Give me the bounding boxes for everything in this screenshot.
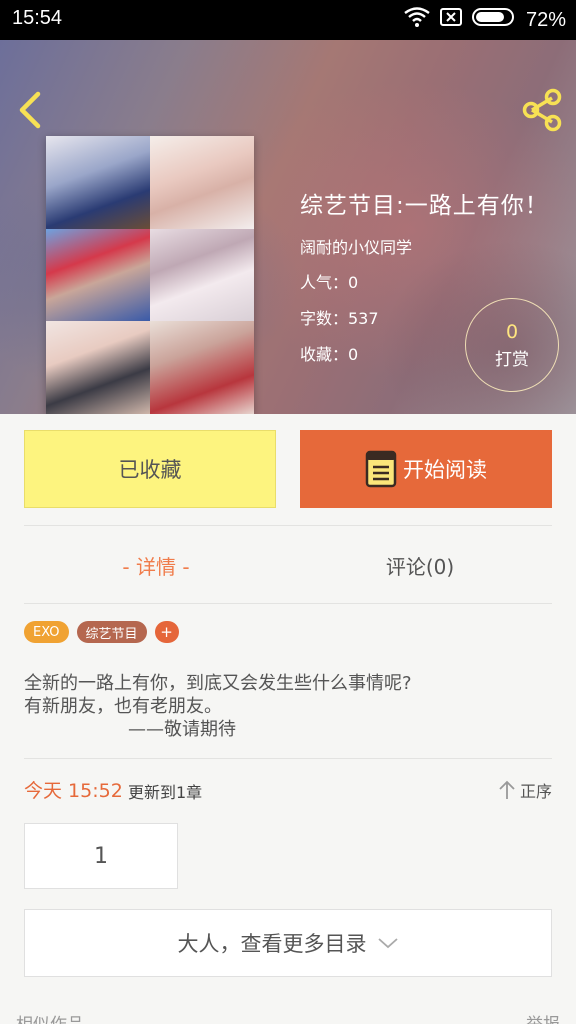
chapter-item[interactable]: 1 bbox=[24, 823, 178, 889]
no-sim-icon bbox=[439, 8, 462, 32]
battery-percent: 72% bbox=[525, 8, 566, 31]
cover-photo bbox=[46, 136, 150, 229]
start-reading-label: 开始阅读 bbox=[403, 458, 487, 482]
status-bar: 15:54 72% bbox=[0, 0, 576, 40]
status-time: 15:54 bbox=[12, 7, 63, 29]
footer-row: 相似作品 举报 bbox=[16, 1010, 560, 1024]
book-header: 综艺节目:一路上有你！ 阔耐的小仪同学 人气：0 字数：537 收藏：0 0 打… bbox=[0, 40, 576, 414]
sort-label: 正序 bbox=[519, 782, 552, 801]
chevron-down-icon bbox=[377, 938, 398, 949]
book-icon bbox=[365, 450, 397, 488]
tag-list: EXO 综艺节目 + bbox=[24, 621, 179, 643]
book-cover[interactable] bbox=[46, 136, 254, 414]
detail-tabs: - 详情 - 评论(0) bbox=[24, 526, 552, 604]
book-title: 综艺节目:一路上有你！ bbox=[300, 193, 549, 219]
popularity-stat: 人气：0 bbox=[300, 273, 359, 292]
tab-details[interactable]: - 详情 - bbox=[24, 526, 288, 604]
cover-photo bbox=[46, 321, 150, 414]
more-catalog-label: 大人，查看更多目录 bbox=[177, 932, 367, 956]
cover-photo bbox=[46, 228, 150, 322]
action-buttons: 已收藏 开始阅读 bbox=[24, 430, 552, 508]
tab-comments[interactable]: 评论(0) bbox=[288, 526, 552, 604]
tag-variety-show[interactable]: 综艺节目 bbox=[76, 621, 147, 643]
back-button[interactable] bbox=[12, 88, 52, 132]
description-line: 有新朋友，也有老朋友。 bbox=[24, 696, 222, 717]
add-tag-button[interactable]: + bbox=[154, 621, 179, 643]
arrow-up-icon bbox=[499, 780, 515, 799]
reward-label: 打赏 bbox=[495, 350, 529, 370]
cover-photo bbox=[150, 136, 254, 229]
update-text: 更新到1章 bbox=[128, 783, 203, 802]
tag-exo[interactable]: EXO bbox=[24, 621, 69, 643]
start-reading-button[interactable]: 开始阅读 bbox=[300, 430, 552, 508]
back-arrow-icon bbox=[19, 91, 41, 129]
reward-button[interactable]: 0 打赏 bbox=[465, 298, 559, 392]
more-catalog-button[interactable]: 大人，查看更多目录 bbox=[24, 909, 552, 977]
similar-works-heading: 相似作品 bbox=[16, 1010, 84, 1024]
description-line: 全新的一路上有你，到底又会发生些什么事情呢? bbox=[24, 673, 412, 694]
cover-photo bbox=[150, 228, 254, 322]
share-button[interactable] bbox=[520, 88, 566, 132]
divider bbox=[24, 603, 552, 604]
report-button[interactable]: 举报 bbox=[526, 1010, 560, 1024]
reward-count: 0 bbox=[505, 321, 519, 343]
update-time: 今天 15:52 bbox=[24, 780, 123, 802]
book-description: 全新的一路上有你，到底又会发生些什么事情呢? 有新朋友，也有老朋友。 ——敬请期… bbox=[24, 672, 412, 741]
cover-photo bbox=[150, 321, 254, 414]
battery-icon bbox=[471, 8, 516, 32]
wifi-icon bbox=[404, 7, 430, 33]
status-icons: 72% bbox=[404, 7, 566, 33]
description-line: ——敬请期待 bbox=[128, 719, 236, 740]
book-author[interactable]: 阔耐的小仪同学 bbox=[300, 234, 549, 258]
sort-toggle[interactable]: 正序 bbox=[498, 778, 552, 802]
update-info: 今天 15:52 更新到1章 正序 bbox=[24, 776, 552, 806]
divider bbox=[24, 758, 552, 759]
share-icon bbox=[522, 88, 562, 132]
collected-button[interactable]: 已收藏 bbox=[24, 430, 276, 508]
